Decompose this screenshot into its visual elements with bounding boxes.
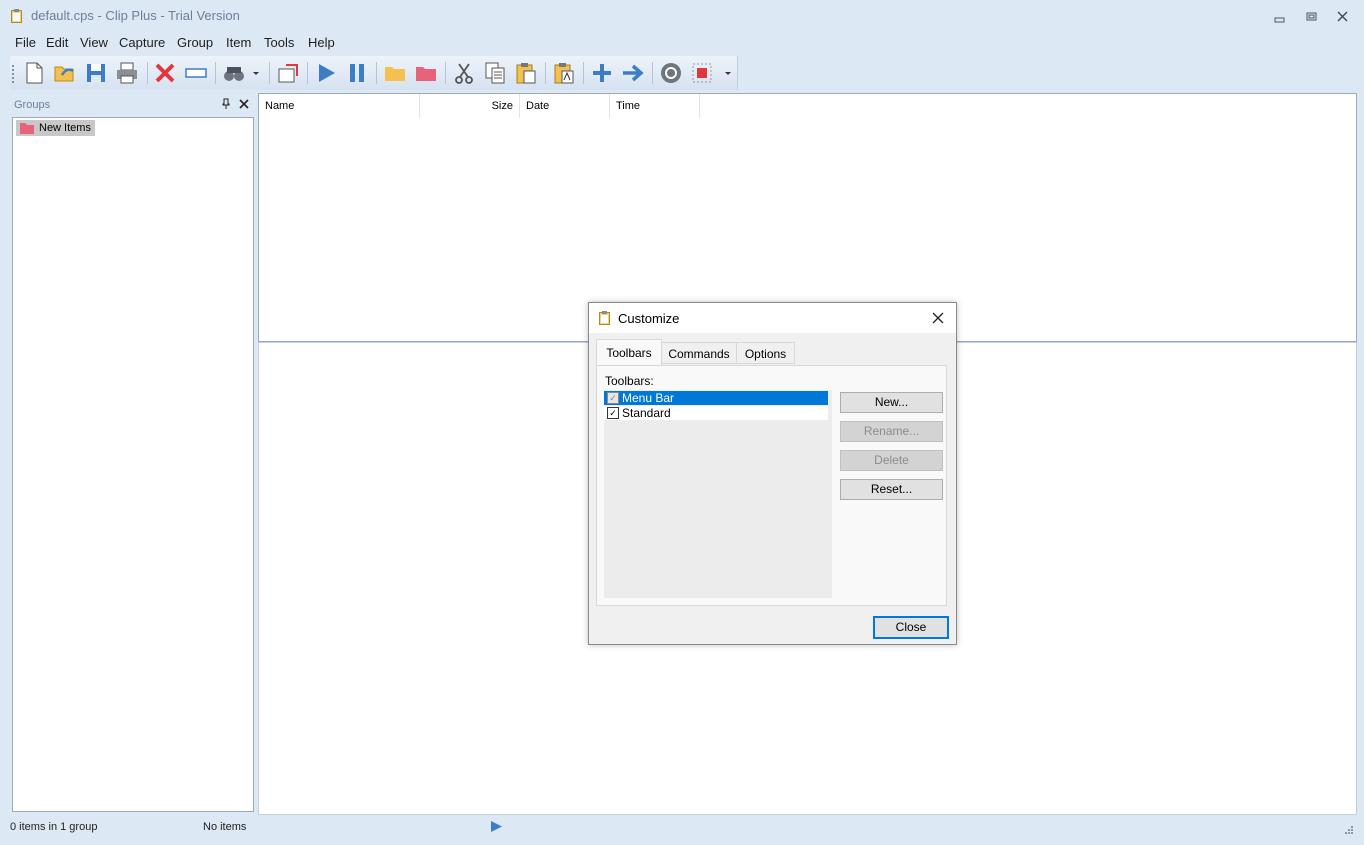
title-bar: default.cps - Clip Plus - Trial Version xyxy=(0,0,1364,32)
toolbars-list-label: Toolbars: xyxy=(605,374,654,388)
minimize-icon[interactable] xyxy=(1270,8,1290,26)
toolbar-checkbox[interactable]: ✓ xyxy=(607,392,619,404)
menu-group[interactable]: Group xyxy=(177,35,213,50)
standard-toolbar xyxy=(10,56,738,90)
play-icon[interactable] xyxy=(490,820,503,833)
group-item-label: New Items xyxy=(39,122,91,134)
toolbar-checkbox[interactable]: ✓ xyxy=(607,407,619,419)
clipboard-icon xyxy=(599,311,610,325)
pause-icon[interactable] xyxy=(345,61,369,85)
column-header-size[interactable]: Size xyxy=(420,94,520,118)
find-icon[interactable] xyxy=(222,61,246,85)
toolbar-item-label: Standard xyxy=(622,406,671,420)
new-icon[interactable] xyxy=(22,61,46,85)
menu-file[interactable]: File xyxy=(15,35,36,50)
toolbar-separator xyxy=(307,62,308,84)
toolbar-item-menu-bar[interactable]: ✓ Menu Bar xyxy=(604,391,828,405)
toolbar-grip[interactable] xyxy=(11,64,14,84)
column-header-time[interactable]: Time xyxy=(610,94,700,118)
toolbar-item-standard[interactable]: ✓ Standard xyxy=(604,406,828,420)
menu-edit[interactable]: Edit xyxy=(46,35,68,50)
paste-special-icon[interactable] xyxy=(552,61,576,85)
reset-toolbar-button[interactable]: Reset... xyxy=(840,479,943,500)
menu-help[interactable]: Help xyxy=(308,35,335,50)
rename-toolbar-button[interactable]: Rename... xyxy=(840,421,943,442)
save-icon[interactable] xyxy=(84,61,108,85)
customize-dialog: Customize Toolbars Commands Options Tool… xyxy=(588,302,957,645)
open-icon[interactable] xyxy=(53,61,77,85)
toolbar-separator xyxy=(445,62,446,84)
forward-icon[interactable] xyxy=(621,61,645,85)
new-toolbar-button[interactable]: New... xyxy=(840,392,943,413)
menu-item[interactable]: Item xyxy=(226,35,251,50)
toolbar-separator xyxy=(376,62,377,84)
add-icon[interactable] xyxy=(590,61,614,85)
toolbars-list[interactable]: ✓ Menu Bar ✓ Standard xyxy=(604,390,832,598)
toolbar-separator xyxy=(147,62,148,84)
close-icon[interactable] xyxy=(1333,8,1353,26)
tab-options[interactable]: Options xyxy=(736,342,795,364)
overflow-icon[interactable] xyxy=(721,61,735,85)
menu-bar: File Edit View Capture Group Item Tools … xyxy=(10,32,1354,54)
play-icon[interactable] xyxy=(314,61,338,85)
toolbar-separator xyxy=(215,62,216,84)
tab-commands[interactable]: Commands xyxy=(661,342,737,364)
status-count: 0 items in 1 group xyxy=(10,821,98,833)
column-header-name[interactable]: Name xyxy=(259,94,420,118)
resize-grip-icon[interactable] xyxy=(1342,825,1354,837)
chevron-down-icon[interactable] xyxy=(250,61,262,85)
open-folder-icon[interactable] xyxy=(383,61,407,85)
window-title: default.cps - Clip Plus - Trial Version xyxy=(31,8,240,23)
group-folder-icon[interactable] xyxy=(414,61,438,85)
capture-icon[interactable] xyxy=(659,61,683,85)
close-button[interactable]: Close xyxy=(873,616,949,639)
groups-panel-header: Groups xyxy=(10,93,256,115)
menu-capture[interactable]: Capture xyxy=(119,35,165,50)
toolbar-separator xyxy=(269,62,270,84)
pin-icon[interactable] xyxy=(220,98,232,110)
groups-tree[interactable]: New Items xyxy=(12,117,254,812)
groups-panel-title: Groups xyxy=(14,99,51,111)
menu-view[interactable]: View xyxy=(80,35,108,50)
dialog-title: Customize xyxy=(618,311,680,326)
toolbar-separator xyxy=(583,62,584,84)
close-panel-icon[interactable] xyxy=(238,98,250,110)
print-icon[interactable] xyxy=(115,61,139,85)
toolbars-tab-page: Toolbars: ✓ Menu Bar ✓ Standard New... R… xyxy=(596,365,947,606)
toolbar-separator xyxy=(545,62,546,84)
delete-icon[interactable] xyxy=(153,61,177,85)
paste-icon[interactable] xyxy=(514,61,538,85)
menu-tools[interactable]: Tools xyxy=(264,35,294,50)
properties-icon[interactable] xyxy=(276,61,300,85)
cut-icon[interactable] xyxy=(452,61,476,85)
close-icon[interactable] xyxy=(929,309,947,327)
group-folder-icon xyxy=(20,122,34,134)
status-selection: No items xyxy=(203,821,247,833)
column-header-date[interactable]: Date xyxy=(520,94,610,118)
delete-toolbar-button[interactable]: Delete xyxy=(840,450,943,471)
status-bar: 0 items in 1 group No items xyxy=(0,815,1364,843)
group-item-new-items[interactable]: New Items xyxy=(16,120,95,136)
clipboard-icon xyxy=(11,9,22,23)
tab-toolbars[interactable]: Toolbars xyxy=(596,339,662,366)
groups-panel: Groups New Items xyxy=(10,93,256,814)
copy-icon[interactable] xyxy=(483,61,507,85)
restore-icon[interactable] xyxy=(1302,8,1322,26)
toolbar-separator xyxy=(652,62,653,84)
dialog-title-bar: Customize xyxy=(589,303,956,333)
toolbar-item-label: Menu Bar xyxy=(622,391,675,405)
stop-capture-icon[interactable] xyxy=(690,61,714,85)
rename-icon[interactable] xyxy=(184,61,208,85)
